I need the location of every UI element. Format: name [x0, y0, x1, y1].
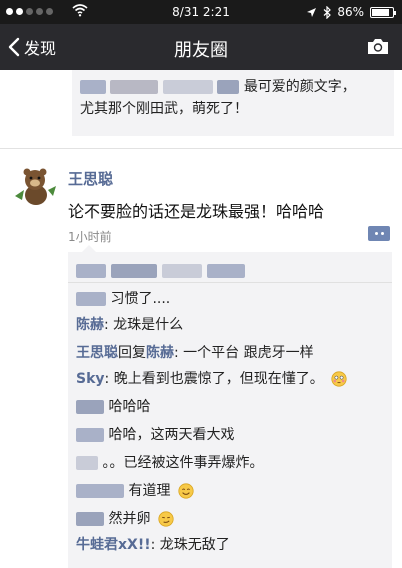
- commenter-name[interactable]: Sky: [76, 371, 105, 387]
- blurred-name: [76, 263, 106, 278]
- page-title: 朋友圈: [174, 40, 228, 61]
- bluetooth-icon: [323, 5, 332, 19]
- comments-panel: 习惯了.... 陈赫: 龙珠是什么 王思聪回复陈赫: 一个平台 跟虎牙一样 Sk…: [68, 245, 392, 568]
- comment-row[interactable]: 哈哈，这两天看大戏: [76, 424, 234, 446]
- comment-row[interactable]: 然并卵: [76, 508, 174, 530]
- comment-separator: :: [104, 371, 114, 387]
- location-arrow-icon: [307, 7, 317, 17]
- comment-text: 龙珠无敌了: [159, 537, 230, 553]
- post-timestamp: 1小时前: [68, 230, 112, 244]
- comment-row[interactable]: 哈哈哈: [76, 396, 150, 418]
- blurred-name: [162, 80, 213, 94]
- comment-text: 然并卵: [108, 511, 151, 527]
- navigation-bar: 发现 朋友圈: [0, 24, 402, 70]
- battery-icon: [370, 6, 396, 18]
- comment-text: 最可爱的颜文字，: [243, 79, 356, 95]
- comment-separator: :: [150, 537, 160, 553]
- blurred-name: [162, 263, 203, 278]
- post-author-name[interactable]: 王思聪: [68, 168, 113, 189]
- previous-moment-comment: 最可爱的颜文字， 尤其那个刚田武，萌死了！: [72, 70, 394, 136]
- comment-row[interactable]: 王思聪回复陈赫: 一个平台 跟虎牙一样: [76, 342, 314, 364]
- flushed-emoji-icon: [331, 371, 347, 387]
- status-bar: 8/31 2:21 86%: [0, 0, 402, 24]
- blurred-name: [80, 80, 106, 94]
- blurred-name: [76, 292, 106, 306]
- comment-text: 习惯了....: [110, 291, 171, 307]
- comment-text: 有道理: [128, 483, 171, 499]
- blurred-name: [217, 80, 240, 94]
- smile-emoji-icon: [178, 483, 194, 499]
- blurred-name: [76, 512, 104, 526]
- comment-row[interactable]: Sky: 晚上看到也震惊了，但现在懂了。: [76, 368, 347, 390]
- reply-to-name[interactable]: 陈赫: [146, 345, 174, 361]
- blurred-name: [76, 456, 98, 470]
- commenter-name[interactable]: 牛蛙君xX!!: [76, 537, 151, 553]
- comment-row[interactable]: 习惯了....: [76, 288, 170, 310]
- avatar[interactable]: [12, 162, 58, 208]
- comment-row[interactable]: 牛蛙君xX!!: 龙珠无敌了: [76, 534, 230, 556]
- comment-row[interactable]: 有道理: [76, 480, 194, 502]
- comment-text: 一个平台 跟虎牙一样: [183, 345, 314, 361]
- comment-text: 龙珠是什么: [113, 317, 184, 333]
- battery-percent: 86%: [337, 5, 364, 19]
- commenter-name[interactable]: 王思聪: [76, 345, 118, 361]
- likes-row: [76, 260, 246, 278]
- blurred-name: [76, 428, 104, 442]
- comment-text: 。。已经被这件事弄爆炸。: [102, 455, 264, 471]
- moment-divider: [0, 148, 402, 149]
- blurred-name: [207, 263, 246, 278]
- comment-text: 哈哈哈: [108, 399, 151, 415]
- blurred-name: [111, 263, 158, 278]
- commenter-name[interactable]: 陈赫: [76, 317, 104, 333]
- comment-text: 哈哈，这两天看大戏: [108, 427, 235, 443]
- comment-row[interactable]: 陈赫: 龙珠是什么: [76, 314, 183, 336]
- likes-divider: [68, 282, 392, 283]
- smirk-emoji-icon: [158, 511, 174, 527]
- blurred-name: [76, 400, 104, 414]
- more-options-button[interactable]: [368, 226, 390, 241]
- blurred-name: [76, 484, 124, 498]
- comment-text: 尤其那个刚田武，萌死了！: [80, 101, 248, 117]
- post-text: 论不要脸的话还是龙珠最强！哈哈哈: [68, 202, 325, 221]
- comment-separator: :: [174, 345, 184, 361]
- camera-icon[interactable]: [366, 36, 390, 56]
- blurred-name: [110, 80, 159, 94]
- comment-row[interactable]: 。。已经被这件事弄爆炸。: [76, 452, 263, 474]
- reply-word: 回复: [118, 345, 146, 361]
- comment-text: 晚上看到也震惊了，但现在懂了。: [113, 371, 324, 387]
- comment-separator: :: [104, 317, 114, 333]
